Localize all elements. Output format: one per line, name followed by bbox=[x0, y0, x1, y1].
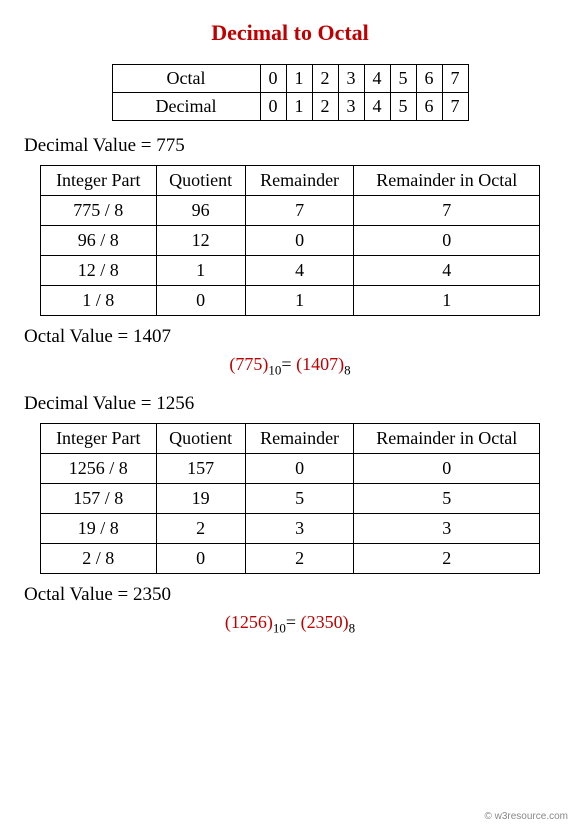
col-integer-part: Integer Part bbox=[41, 423, 157, 453]
digit-cell: 7 bbox=[442, 93, 468, 121]
octal-value-label: Octal Value = 2350 bbox=[20, 584, 560, 606]
digit-cell: 2 bbox=[312, 65, 338, 93]
digit-cell: 0 bbox=[260, 65, 286, 93]
table-row: 12 / 8144 bbox=[41, 256, 540, 286]
equation: (1256)10= (2350)8 bbox=[20, 612, 560, 637]
digit-cell: 3 bbox=[338, 65, 364, 93]
col-remainder: Remainder bbox=[245, 166, 354, 196]
table-row: 1256 / 815700 bbox=[41, 453, 540, 483]
col-quotient: Quotient bbox=[156, 166, 245, 196]
table-row: 96 / 81200 bbox=[41, 226, 540, 256]
table-row: Octal 0 1 2 3 4 5 6 7 bbox=[112, 65, 468, 93]
col-remainder: Remainder bbox=[245, 423, 354, 453]
digit-cell: 2 bbox=[312, 93, 338, 121]
digit-cell: 5 bbox=[390, 65, 416, 93]
conversion-table: Integer Part Quotient Remainder Remainde… bbox=[40, 423, 540, 574]
table-row: 19 / 8233 bbox=[41, 513, 540, 543]
table-row: Decimal 0 1 2 3 4 5 6 7 bbox=[112, 93, 468, 121]
digit-cell: 4 bbox=[364, 65, 390, 93]
col-integer-part: Integer Part bbox=[41, 166, 157, 196]
digit-cell: 6 bbox=[416, 93, 442, 121]
digit-cell: 1 bbox=[286, 93, 312, 121]
digit-cell: 7 bbox=[442, 65, 468, 93]
table-header-row: Integer Part Quotient Remainder Remainde… bbox=[41, 423, 540, 453]
table-header-row: Integer Part Quotient Remainder Remainde… bbox=[41, 166, 540, 196]
row-label: Octal bbox=[112, 65, 260, 93]
digit-cell: 3 bbox=[338, 93, 364, 121]
digit-cell: 1 bbox=[286, 65, 312, 93]
page-title: Decimal to Octal bbox=[20, 20, 560, 46]
watermark: © w3resource.com bbox=[484, 811, 568, 822]
decimal-value-label: Decimal Value = 775 bbox=[20, 135, 560, 157]
table-row: 1 / 8011 bbox=[41, 286, 540, 316]
conversion-table: Integer Part Quotient Remainder Remainde… bbox=[40, 165, 540, 316]
digit-cell: 6 bbox=[416, 65, 442, 93]
row-label: Decimal bbox=[112, 93, 260, 121]
digit-cell: 5 bbox=[390, 93, 416, 121]
col-remainder-octal: Remainder in Octal bbox=[354, 166, 540, 196]
col-quotient: Quotient bbox=[156, 423, 245, 453]
table-row: 775 / 89677 bbox=[41, 196, 540, 226]
digit-cell: 0 bbox=[260, 93, 286, 121]
equation: (775)10= (1407)8 bbox=[20, 354, 560, 379]
octal-value-label: Octal Value = 1407 bbox=[20, 326, 560, 348]
digit-mapping-table: Octal 0 1 2 3 4 5 6 7 Decimal 0 1 2 3 4 … bbox=[112, 64, 469, 121]
table-row: 2 / 8022 bbox=[41, 543, 540, 573]
table-row: 157 / 81955 bbox=[41, 483, 540, 513]
digit-cell: 4 bbox=[364, 93, 390, 121]
col-remainder-octal: Remainder in Octal bbox=[354, 423, 540, 453]
decimal-value-label: Decimal Value = 1256 bbox=[20, 393, 560, 415]
